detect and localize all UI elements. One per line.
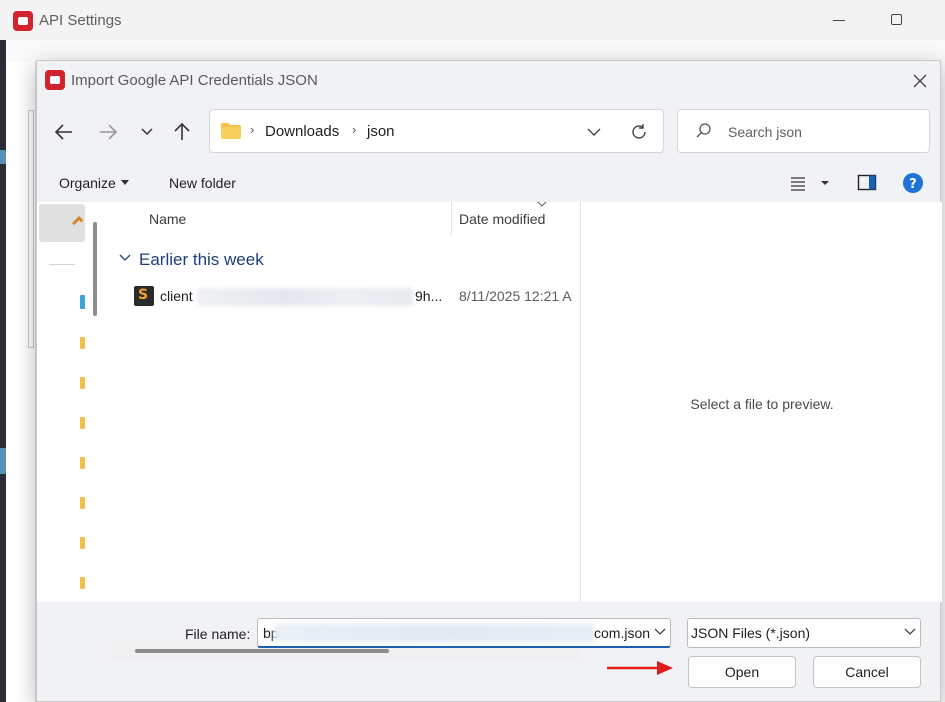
view-options-icon (791, 177, 829, 191)
content-area: Name Date modified Earlier this week cli… (37, 201, 942, 660)
folder-icon[interactable] (80, 337, 85, 349)
breadcrumb-json[interactable]: json (367, 123, 395, 140)
preview-pane-button[interactable] (857, 173, 877, 193)
list-item[interactable]: client 9h... 8/11/2025 12:21 A (129, 280, 580, 312)
file-name-label: File name: (185, 626, 251, 642)
background-window-title: API Settings (39, 12, 122, 29)
column-header-name[interactable]: Name (149, 211, 186, 227)
breadcrumb-separator: › (352, 122, 357, 137)
new-folder-button[interactable]: New folder (169, 175, 236, 191)
drive-icon[interactable] (80, 295, 85, 309)
file-type-select[interactable]: JSON Files (*.json) (687, 618, 921, 648)
breadcrumb-separator: › (250, 122, 255, 137)
open-file-dialog: Import Google API Credentials JSON › Dow… (36, 60, 942, 702)
close-icon (913, 74, 927, 88)
file-name-end: 9h... (415, 288, 443, 304)
navigation-pane (37, 202, 107, 602)
file-type-value: JSON Files (*.json) (691, 625, 811, 641)
nav-scrollbar[interactable] (93, 222, 97, 316)
search-box[interactable]: Search json (677, 109, 930, 153)
preview-pane-icon (857, 174, 877, 191)
folder-icon[interactable] (80, 537, 85, 549)
recent-locations-button[interactable] (133, 118, 161, 146)
file-date-modified: 8/11/2025 12:21 A (459, 288, 572, 304)
file-name-value-end: com.json (594, 625, 651, 641)
dialog-titlebar: Import Google API Credentials JSON (37, 61, 940, 99)
column-divider[interactable] (451, 202, 452, 235)
chevron-down-icon[interactable] (119, 253, 131, 263)
up-arrow-icon (174, 122, 190, 140)
command-bar: Organize New folder ? (37, 164, 942, 202)
help-icon: ? (903, 173, 923, 193)
column-header-date-modified[interactable]: Date modified (459, 211, 545, 227)
file-name-input[interactable]: bp com.json (257, 618, 671, 648)
maximize-icon[interactable] (891, 14, 902, 25)
svg-text:?: ? (909, 177, 917, 192)
open-button[interactable]: Open (688, 656, 796, 688)
search-icon (696, 123, 711, 138)
scrollbar-thumb[interactable] (135, 649, 389, 653)
minimize-icon[interactable] (833, 20, 845, 21)
folder-icon[interactable] (80, 417, 85, 429)
file-name-start: client (160, 288, 193, 304)
nav-divider (49, 264, 75, 265)
folder-icon[interactable] (80, 457, 85, 469)
file-list: Name Date modified Earlier this week cli… (107, 201, 581, 660)
close-button[interactable] (905, 69, 935, 93)
red-arrow-icon (607, 661, 673, 675)
dialog-title: Import Google API Credentials JSON (71, 72, 318, 89)
search-placeholder: Search json (728, 124, 802, 140)
refresh-icon (632, 124, 646, 139)
app-logo-icon (13, 11, 33, 31)
organize-menu-button[interactable]: Organize (59, 175, 129, 191)
address-history-button[interactable] (584, 122, 604, 142)
folder-icon[interactable] (80, 577, 85, 589)
group-header[interactable]: Earlier this week (139, 250, 264, 270)
preview-pane: Select a file to preview. (580, 202, 942, 602)
forward-arrow-icon (100, 124, 118, 140)
back-button[interactable] (50, 118, 78, 146)
background-left-panel (6, 62, 36, 702)
address-bar[interactable]: › Downloads › json (209, 109, 664, 153)
caret-down-icon (120, 180, 129, 185)
chevron-down-icon (587, 128, 601, 136)
back-arrow-icon (54, 124, 72, 140)
up-button[interactable] (168, 118, 196, 146)
folder-icon[interactable] (80, 377, 85, 389)
breadcrumb-downloads[interactable]: Downloads (265, 123, 339, 140)
background-panel-box (28, 110, 34, 348)
refresh-button[interactable] (628, 121, 650, 143)
help-button[interactable]: ? (902, 172, 924, 194)
sublime-file-icon (134, 286, 154, 306)
chevron-down-icon (141, 128, 153, 136)
redacted-text (197, 288, 413, 306)
chevron-down-icon[interactable] (654, 627, 666, 637)
redacted-text (274, 624, 594, 642)
forward-button[interactable] (94, 118, 122, 146)
sort-chevron-icon (537, 201, 547, 207)
organize-label: Organize (59, 175, 116, 191)
view-options-button[interactable] (789, 173, 833, 193)
background-titlebar: API Settings (0, 0, 945, 40)
chevron-down-icon (904, 628, 916, 635)
preview-message: Select a file to preview. (690, 396, 834, 412)
app-logo-icon (45, 70, 65, 90)
folder-icon[interactable] (80, 497, 85, 509)
cancel-button[interactable]: Cancel (813, 656, 921, 688)
folder-icon (221, 123, 241, 139)
